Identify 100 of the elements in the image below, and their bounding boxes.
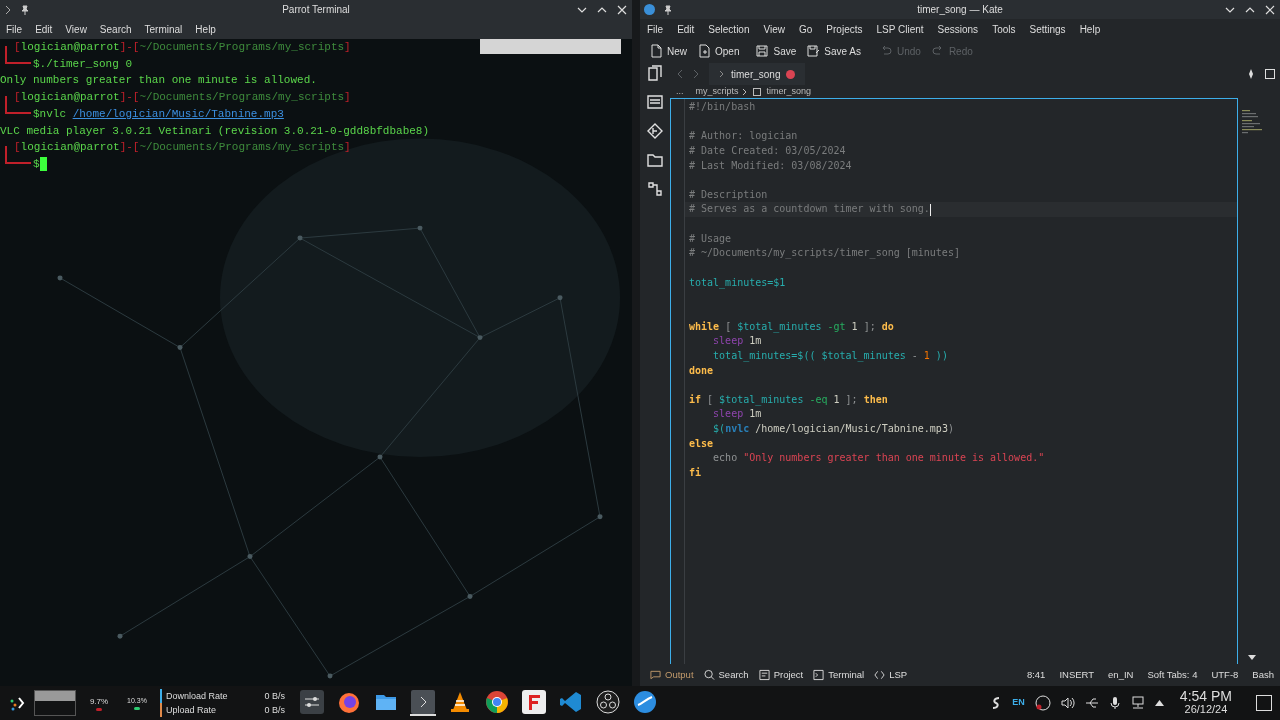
prompt-symbol: $ (33, 56, 40, 72)
code-text: do (881, 319, 894, 334)
volume-icon[interactable] (1060, 697, 1075, 709)
terminal-icon (719, 70, 725, 78)
code-text: #!/bin/bash (689, 100, 756, 114)
code-text: total_minutes=$1 (689, 275, 786, 291)
menu-item[interactable]: View (65, 21, 87, 37)
code-text: # Usage (689, 231, 732, 246)
microphone-icon[interactable] (1108, 696, 1121, 710)
status-item[interactable]: 8:41 (1026, 667, 1046, 683)
file-link[interactable]: /home/logician/Music/Tabnine.mp3 (72, 105, 284, 123)
chrome-icon[interactable] (484, 690, 510, 716)
letter-tile-icon[interactable] (521, 690, 547, 716)
toolbar-button[interactable]: Save As (803, 41, 864, 61)
menu-item[interactable]: Edit (35, 21, 53, 37)
menu-item[interactable]: Help (195, 21, 216, 37)
code-text: else (689, 436, 714, 451)
menu-item[interactable]: Edit (677, 21, 695, 37)
toolbar-button[interactable]: Open (694, 41, 743, 61)
terminal-icon (4, 4, 12, 15)
code-icon (874, 669, 886, 681)
code-text: done (689, 363, 714, 378)
clock-date[interactable]: 26/12/24 (1184, 703, 1228, 716)
menu-item[interactable]: LSP Client (876, 21, 924, 37)
panel-tab[interactable]: Output (646, 667, 698, 683)
prompt-bracket: ]-[ (119, 140, 140, 156)
panel-tab[interactable]: Terminal (809, 667, 869, 683)
back-icon[interactable] (677, 69, 683, 79)
menu-item[interactable]: Sessions (937, 21, 979, 37)
menu-item[interactable]: File (647, 21, 664, 37)
desktop-pager[interactable] (34, 690, 76, 716)
network-icon[interactable] (1130, 696, 1145, 710)
breadcrumb-item[interactable]: my_scripts (695, 84, 739, 99)
clock-time[interactable]: 4:54 PM (1179, 690, 1232, 703)
menu-item[interactable]: File (6, 21, 23, 37)
usb-icon[interactable] (1084, 697, 1099, 709)
menu-item[interactable]: Help (1079, 21, 1101, 37)
git-icon[interactable] (647, 123, 663, 139)
menu-item[interactable]: View (763, 21, 785, 37)
code-text: # Date Created: 03/05/2024 (689, 143, 846, 158)
pin-icon (663, 4, 673, 15)
code-text: 1m (748, 334, 762, 349)
cpu-indicator-icon (96, 707, 102, 711)
symbols-icon[interactable] (647, 181, 663, 197)
document-tab[interactable]: timer_song (709, 63, 806, 85)
status-item[interactable]: Soft Tabs: 4 (1147, 667, 1198, 683)
save-icon (755, 44, 770, 58)
menu-item[interactable]: Terminal (144, 21, 183, 37)
menu-item[interactable]: Go (799, 21, 813, 37)
code-text: - (910, 348, 919, 363)
sliders-icon[interactable] (299, 690, 325, 716)
keyboard-layout-text[interactable]: EN (1012, 696, 1025, 710)
show-desktop-icon[interactable] (1256, 695, 1272, 711)
file-icon (752, 87, 761, 96)
pin-icon[interactable] (1247, 69, 1255, 79)
status-item[interactable]: UTF-8 (1211, 667, 1239, 683)
scroll-down-icon[interactable] (1248, 655, 1256, 660)
close-icon[interactable] (1264, 3, 1276, 16)
breadcrumb-item[interactable]: ... (676, 84, 684, 99)
menu-item[interactable]: Settings (1029, 21, 1066, 37)
command-text: ./timer_song 0 (39, 56, 133, 72)
code-text: if (689, 392, 702, 407)
split-view-icon[interactable] (1265, 69, 1275, 79)
panel-tab[interactable]: Search (699, 667, 753, 683)
status-item[interactable]: INSERT (1059, 667, 1095, 683)
list-icon[interactable] (647, 94, 663, 110)
code-text: )) (934, 348, 948, 363)
breadcrumb-item[interactable]: timer_song (766, 84, 812, 99)
speech-icon (650, 669, 661, 681)
code-text: ]; (862, 319, 877, 334)
prompt-directory: ~/Documents/Programs/my_scripts (139, 140, 345, 156)
forward-icon[interactable] (693, 69, 699, 79)
prompt-bracket: ] (344, 40, 351, 55)
status-item[interactable]: en_IN (1108, 667, 1134, 683)
menu-item[interactable]: Projects (826, 21, 863, 37)
fox-icon[interactable] (336, 690, 362, 716)
code-text: # Description (689, 187, 768, 202)
breadcrumb-separator-icon (741, 87, 747, 96)
terminal-icon[interactable] (410, 690, 436, 716)
menu-item[interactable]: Tools (992, 21, 1016, 37)
close-icon[interactable] (616, 3, 628, 16)
folder-icon[interactable] (647, 152, 663, 168)
output-line: Only numbers greater than one minute is allowed. (0, 73, 317, 89)
new-icon (649, 44, 663, 58)
code-text: # ~/Documents/my_scripts/timer_song [minutes] (689, 246, 960, 261)
tab-label: timer_song (731, 67, 781, 82)
menu-item[interactable]: Selection (708, 21, 750, 37)
documents-icon[interactable] (647, 65, 663, 81)
panel-tab[interactable]: Project (754, 667, 808, 683)
code-text: 1 (833, 392, 840, 407)
toolbar-button[interactable]: New (646, 41, 690, 61)
panel-tab[interactable]: LSP (870, 667, 912, 683)
code-text: 1 (923, 348, 930, 363)
menu-item[interactable]: Search (99, 21, 132, 37)
status-item[interactable]: Bash (1252, 667, 1274, 683)
expand-tray-icon[interactable] (1154, 700, 1164, 706)
command-text: nvlc (39, 106, 67, 122)
prompt-directory: ~/Documents/Programs/my_scripts (139, 90, 345, 106)
toolbar-button[interactable]: Save (752, 41, 800, 61)
prompt-bracket: ]-[ (119, 40, 140, 55)
